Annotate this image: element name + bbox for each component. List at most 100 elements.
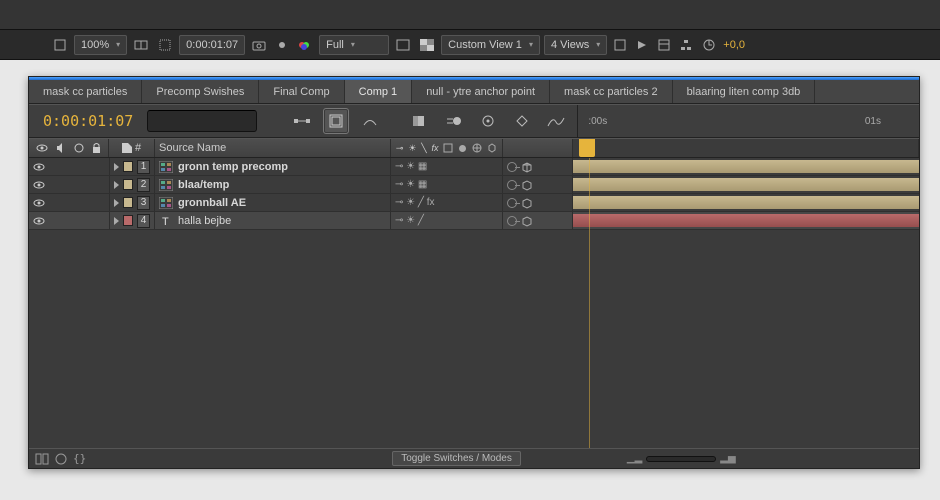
hand-tool-icon[interactable] <box>50 35 70 55</box>
tab-null-ytre-anchor[interactable]: null - ytre anchor point <box>412 80 550 103</box>
pickwhip-icon[interactable] <box>507 180 517 190</box>
color-channels-icon[interactable] <box>295 35 315 55</box>
label-color-chip[interactable] <box>123 197 133 208</box>
current-timecode[interactable]: 0:00:01:07 <box>37 112 139 130</box>
grid-toggle-icon[interactable] <box>393 35 413 55</box>
toggle-switches-modes-button[interactable]: Toggle Switches / Modes <box>392 451 521 466</box>
svg-text:T: T <box>162 216 169 227</box>
timeline-footer: {} Toggle Switches / Modes ▁▂ ▂▅ <box>29 448 919 468</box>
tab-precomp-swishes[interactable]: Precomp Swishes <box>142 80 259 103</box>
graph-editor-icon[interactable] <box>543 108 569 134</box>
viewer-timecode[interactable]: 0:00:01:07 <box>179 35 245 55</box>
tab-mask-cc-particles-2[interactable]: mask cc particles 2 <box>550 80 673 103</box>
visibility-toggle-icon[interactable] <box>33 197 45 209</box>
layer-row[interactable]: 4 T halla bejbe ⊸ ☀ ╱ <box>29 212 919 230</box>
layer-search[interactable] <box>147 110 257 132</box>
pickwhip-icon[interactable] <box>507 216 517 226</box>
adjustment-icon <box>472 143 482 153</box>
draft-3d-icon[interactable] <box>323 108 349 134</box>
text-layer-icon: T <box>159 215 173 227</box>
visibility-toggle-icon[interactable] <box>33 161 45 173</box>
pickwhip-icon[interactable] <box>507 198 517 208</box>
auto-keyframe-icon[interactable] <box>509 108 535 134</box>
footer-render-queue-icon[interactable] <box>55 453 67 465</box>
exposure-value[interactable]: +0,0 <box>723 39 745 51</box>
layer-number: 3 <box>137 196 150 210</box>
twirl-icon[interactable] <box>114 199 119 207</box>
tab-final-comp[interactable]: Final Comp <box>259 80 344 103</box>
layer-switches[interactable]: ⊸ ☀ ▦ <box>391 158 503 175</box>
timeline-panel-icon[interactable] <box>655 35 673 55</box>
safe-zones-icon[interactable] <box>155 35 175 55</box>
channels-icon[interactable] <box>273 35 291 55</box>
layer-switches[interactable]: ⊸ ☀ ╱ fx <box>391 194 503 211</box>
fast-preview-icon[interactable] <box>633 35 651 55</box>
label-color-chip[interactable] <box>123 161 133 172</box>
layer-row[interactable]: 2 blaa/temp ⊸ ☀ ▦ <box>29 176 919 194</box>
twirl-icon[interactable] <box>114 217 119 225</box>
layer-duration-bar[interactable] <box>573 178 919 191</box>
layer-duration-bar[interactable] <box>573 214 919 227</box>
3d-switch-icon <box>487 143 497 153</box>
av-features-header <box>29 139 109 157</box>
layer-column-header: # Source Name ⊸☀╲ fx <box>29 138 919 158</box>
search-input[interactable] <box>154 115 296 127</box>
motion-blur-switch-icon <box>458 144 467 153</box>
timeline-panel: mask cc particles Precomp Swishes Final … <box>28 76 920 469</box>
3d-view-dropdown[interactable]: Custom View 1 <box>441 35 540 55</box>
tab-blaaring-liten[interactable]: blaaring liten comp 3db <box>673 80 816 103</box>
footer-brackets-icon[interactable]: {} <box>73 452 86 465</box>
3d-cube-icon <box>521 161 533 173</box>
layer-number: 1 <box>137 160 150 174</box>
timeline-toolbar: 0:00:01:07 :00s <box>29 104 919 138</box>
3d-cube-icon <box>521 215 533 227</box>
zoom-slider[interactable] <box>646 456 716 462</box>
layer-name: gronn temp precomp <box>178 161 288 173</box>
visibility-toggle-icon[interactable] <box>33 179 45 191</box>
layer-switches[interactable]: ⊸ ☀ ▦ <box>391 176 503 193</box>
resolution-half-icon[interactable] <box>131 35 151 55</box>
zoom-dropdown[interactable]: 100% <box>74 35 127 55</box>
snapshot-icon[interactable] <box>249 35 269 55</box>
tab-comp-1[interactable]: Comp 1 <box>345 80 413 103</box>
layer-switches[interactable]: ⊸ ☀ ╱ <box>391 212 503 229</box>
layer-duration-bar[interactable] <box>573 196 919 209</box>
number-header-text: # <box>135 142 141 154</box>
transparency-grid-icon[interactable] <box>417 35 437 55</box>
twirl-icon[interactable] <box>114 163 119 171</box>
eye-icon <box>36 142 48 154</box>
switches-header: ⊸☀╲ fx <box>391 139 503 157</box>
hide-shy-icon[interactable] <box>357 108 383 134</box>
label-color-chip[interactable] <box>123 215 133 226</box>
pixel-aspect-icon[interactable] <box>611 35 629 55</box>
quality-dropdown[interactable]: Full <box>319 35 389 55</box>
frame-blend-icon[interactable] <box>407 108 433 134</box>
ruler-tick-mid: 01s <box>865 116 881 127</box>
brainstorm-icon[interactable] <box>475 108 501 134</box>
footer-transfer-controls-icon[interactable] <box>35 453 49 465</box>
zoom-out-icon[interactable]: ▁▂ <box>627 453 642 464</box>
views-layout-dropdown[interactable]: 4 Views <box>544 35 607 55</box>
lock-icon <box>92 142 101 154</box>
tab-mask-cc-particles[interactable]: mask cc particles <box>29 80 142 103</box>
source-name-header[interactable]: Source Name <box>155 139 391 157</box>
zoom-in-icon[interactable]: ▂▅ <box>720 453 735 464</box>
layer-row[interactable]: 3 gronnball AE ⊸ ☀ ╱ fx <box>29 194 919 212</box>
comp-mini-flowchart-icon[interactable] <box>289 108 315 134</box>
timeline-header-area[interactable] <box>573 139 919 157</box>
comp-layer-icon <box>159 161 173 173</box>
flowchart-icon[interactable] <box>677 35 695 55</box>
current-time-indicator-head[interactable] <box>579 139 595 157</box>
twirl-icon[interactable] <box>114 181 119 189</box>
pickwhip-icon[interactable] <box>507 162 517 172</box>
visibility-toggle-icon[interactable] <box>33 215 45 227</box>
timeline-zoom-control[interactable]: ▁▂ ▂▅ <box>627 453 736 464</box>
time-ruler[interactable]: :00s 01s <box>577 105 911 137</box>
motion-blur-icon[interactable] <box>441 108 467 134</box>
layer-name: blaa/temp <box>178 179 229 191</box>
label-color-chip[interactable] <box>123 179 133 190</box>
reset-exposure-icon[interactable] <box>699 35 719 55</box>
layer-name: gronnball AE <box>178 197 246 209</box>
layer-duration-bar[interactable] <box>573 160 919 173</box>
layer-row[interactable]: 1 gronn temp precomp ⊸ ☀ ▦ <box>29 158 919 176</box>
